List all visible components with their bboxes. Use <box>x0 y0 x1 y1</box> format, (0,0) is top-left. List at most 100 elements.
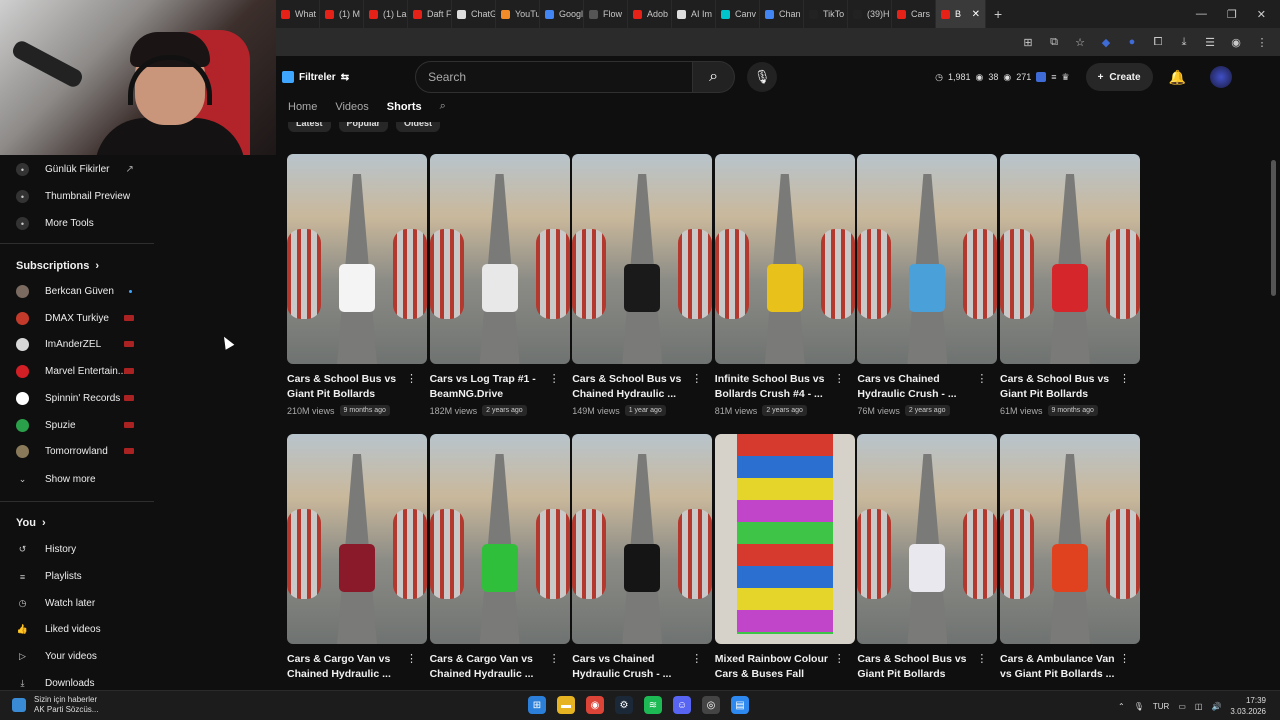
short-card[interactable]: Infinite School Bus vs Bollards Crush #4… <box>714 154 855 416</box>
award-icon[interactable]: ♛ <box>1062 72 1070 83</box>
more-options-icon[interactable]: ⋮ <box>549 372 560 385</box>
list-icon[interactable]: ≡ <box>1051 72 1056 82</box>
filter-button[interactable]: Filtreler ⇆ <box>282 71 349 83</box>
short-card[interactable]: Cars & School Bus vs Giant Pit Bollards … <box>1000 154 1140 416</box>
short-card[interactable]: Cars vs Log Trap #1 - BeamNG.Drive ⋮ 182M … <box>429 154 570 416</box>
extension-icon[interactable]: ● <box>1126 36 1138 48</box>
active-tab[interactable]: B ✕ <box>936 0 986 28</box>
more-options-icon[interactable]: ⋮ <box>549 652 560 665</box>
subscription-item[interactable]: Berkcan Güven <box>16 285 114 298</box>
extensions-puzzle-icon[interactable]: ⧠ <box>1152 36 1164 48</box>
short-card[interactable]: Cars & Ambulance Van vs Giant Pit Bollar… <box>1000 434 1140 682</box>
subscription-item[interactable]: DMAX Turkiye <box>16 311 109 325</box>
more-options-icon[interactable]: ⋮ <box>1119 372 1130 385</box>
microphone-icon[interactable]: 🎙 <box>1134 702 1144 711</box>
chip-latest[interactable]: Latest <box>288 122 331 132</box>
extension-badge-icon[interactable] <box>1036 72 1047 82</box>
tab-videos[interactable]: Videos <box>335 101 368 113</box>
short-title[interactable]: Cars & School Bus vs Giant Pit Bollards … <box>857 652 977 682</box>
chevron-up-icon[interactable]: ⌃ <box>1118 702 1125 711</box>
account-avatar[interactable] <box>1210 66 1232 88</box>
notifications-bell-icon[interactable]: 🔔 <box>1169 69 1186 86</box>
file-explorer-icon[interactable]: ▬ <box>557 696 575 714</box>
short-thumbnail[interactable] <box>857 154 998 364</box>
restore-button[interactable]: ❐ <box>1227 8 1237 21</box>
steam-icon[interactable]: ⚙ <box>615 696 633 714</box>
subscription-item[interactable]: Tomorrowland <box>16 445 108 459</box>
short-thumbnail[interactable] <box>572 434 713 644</box>
browser-tab[interactable]: Daft F <box>408 0 452 28</box>
browser-tab[interactable]: (1) M <box>320 0 364 28</box>
short-card[interactable]: Cars & Cargo Van vs Chained Hydraulic ..… <box>429 434 570 682</box>
search-input[interactable]: Search <box>415 61 694 93</box>
translate-icon[interactable]: ⊞ <box>1022 36 1034 49</box>
short-title[interactable]: Cars & Ambulance Van vs Giant Pit Bollar… <box>1000 652 1120 682</box>
short-thumbnail[interactable] <box>714 154 855 364</box>
subscription-item[interactable]: Spuzie <box>16 418 76 432</box>
new-tab-button[interactable]: + <box>986 6 1010 22</box>
short-thumbnail[interactable] <box>714 434 855 644</box>
short-thumbnail[interactable] <box>1000 434 1140 644</box>
subscription-item[interactable]: ImAnderZEL <box>16 338 101 352</box>
sidebar-item-watch-later[interactable]: ◷ Watch later <box>16 597 96 610</box>
short-title[interactable]: Cars vs Chained Hydraulic Crush - ... <box>572 652 692 682</box>
short-title[interactable]: Cars & Cargo Van vs Chained Hydraulic ..… <box>430 652 550 682</box>
browser-tab[interactable]: Canv <box>716 0 760 28</box>
more-options-icon[interactable]: ⋮ <box>406 372 417 385</box>
browser-tab[interactable]: Adob <box>628 0 672 28</box>
volume-icon[interactable]: 🔊 <box>1211 702 1221 711</box>
language-indicator[interactable]: TUR <box>1153 702 1169 711</box>
sidebar-item-gunluk-fikirler[interactable]: • Günlük Fikirler ↗ <box>16 163 134 176</box>
short-thumbnail[interactable] <box>857 434 998 644</box>
short-thumbnail[interactable] <box>429 434 570 644</box>
short-card[interactable]: Cars & School Bus vs Giant Pit Bollards … <box>287 154 427 416</box>
voice-search-button[interactable]: 🎙 <box>747 62 778 92</box>
clock[interactable]: 17:39 3.03.2026 <box>1230 695 1266 717</box>
short-title[interactable]: Cars & School Bus vs Giant Pit Bollards … <box>1000 372 1120 402</box>
create-button[interactable]: + Create <box>1085 63 1153 91</box>
news-widget[interactable]: Sizin için haberler AK Parti Sözcüs... <box>12 695 98 715</box>
you-heading[interactable]: You › <box>16 517 46 529</box>
display-icon[interactable]: ▭ <box>1178 702 1186 711</box>
tab-home[interactable]: Home <box>288 101 317 113</box>
chip-oldest[interactable]: Oldest <box>396 122 441 132</box>
short-thumbnail[interactable] <box>287 434 427 644</box>
short-card[interactable]: Cars & School Bus vs Chained Hydraulic .… <box>572 154 713 416</box>
short-thumbnail[interactable] <box>429 154 570 364</box>
short-title[interactable]: Cars vs Log Trap #1 - BeamNG.Drive <box>430 372 550 402</box>
obs-icon[interactable]: ◎ <box>702 696 720 714</box>
short-card[interactable]: Cars vs Chained Hydraulic Crush - ... ⋮ <box>572 434 713 682</box>
more-options-icon[interactable]: ⋮ <box>834 652 845 665</box>
network-icon[interactable]: ◫ <box>1195 702 1203 711</box>
browser-tab[interactable]: ChatG <box>452 0 496 28</box>
short-card[interactable]: Cars vs Chained Hydraulic Crush - ... ⋮ 76… <box>857 154 998 416</box>
short-card[interactable]: Mixed Rainbow Colour Cars & Buses Fall C… <box>714 434 855 682</box>
downloads-icon[interactable]: ⤓ <box>1178 36 1190 48</box>
chip-popular[interactable]: Popular <box>338 122 389 132</box>
windows-start-icon[interactable]: ⊞ <box>528 696 546 714</box>
short-title[interactable]: Mixed Rainbow Colour Cars & Buses Fall C… <box>715 652 835 682</box>
chrome-icon[interactable]: ◉ <box>586 696 604 714</box>
browser-tab[interactable]: TikTo <box>804 0 848 28</box>
sidebar-item-downloads[interactable]: ⤓ Downloads <box>16 677 95 690</box>
subscription-item[interactable]: Spinnin' Records <box>16 391 120 405</box>
more-options-icon[interactable]: ⋮ <box>834 372 845 385</box>
more-options-icon[interactable]: ⋮ <box>691 372 702 385</box>
extension-icon[interactable]: ◆ <box>1100 36 1112 49</box>
menu-kebab-icon[interactable]: ⋮ <box>1256 36 1268 49</box>
short-thumbnail[interactable] <box>572 154 713 364</box>
tab-shorts[interactable]: Shorts <box>387 101 422 113</box>
subscriptions-heading[interactable]: Subscriptions › <box>16 260 99 272</box>
page-scrollbar[interactable] <box>1271 160 1276 296</box>
spotify-icon[interactable]: ≋ <box>644 696 662 714</box>
sidebar-item-more-tools[interactable]: • More Tools <box>16 217 94 230</box>
sidebar-item-playlists[interactable]: ≡ Playlists <box>16 570 82 583</box>
show-more-button[interactable]: ⌄ Show more <box>16 473 96 486</box>
more-options-icon[interactable]: ⋮ <box>976 372 987 385</box>
browser-tab[interactable]: What <box>276 0 320 28</box>
browser-tab[interactable]: AI Im <box>672 0 716 28</box>
short-title[interactable]: Cars vs Chained Hydraulic Crush - ... <box>857 372 977 402</box>
notepad-icon[interactable]: ▤ <box>731 696 749 714</box>
subscription-item[interactable]: Marvel Entertain... <box>16 365 126 379</box>
search-button[interactable]: ⌕ <box>693 61 736 93</box>
